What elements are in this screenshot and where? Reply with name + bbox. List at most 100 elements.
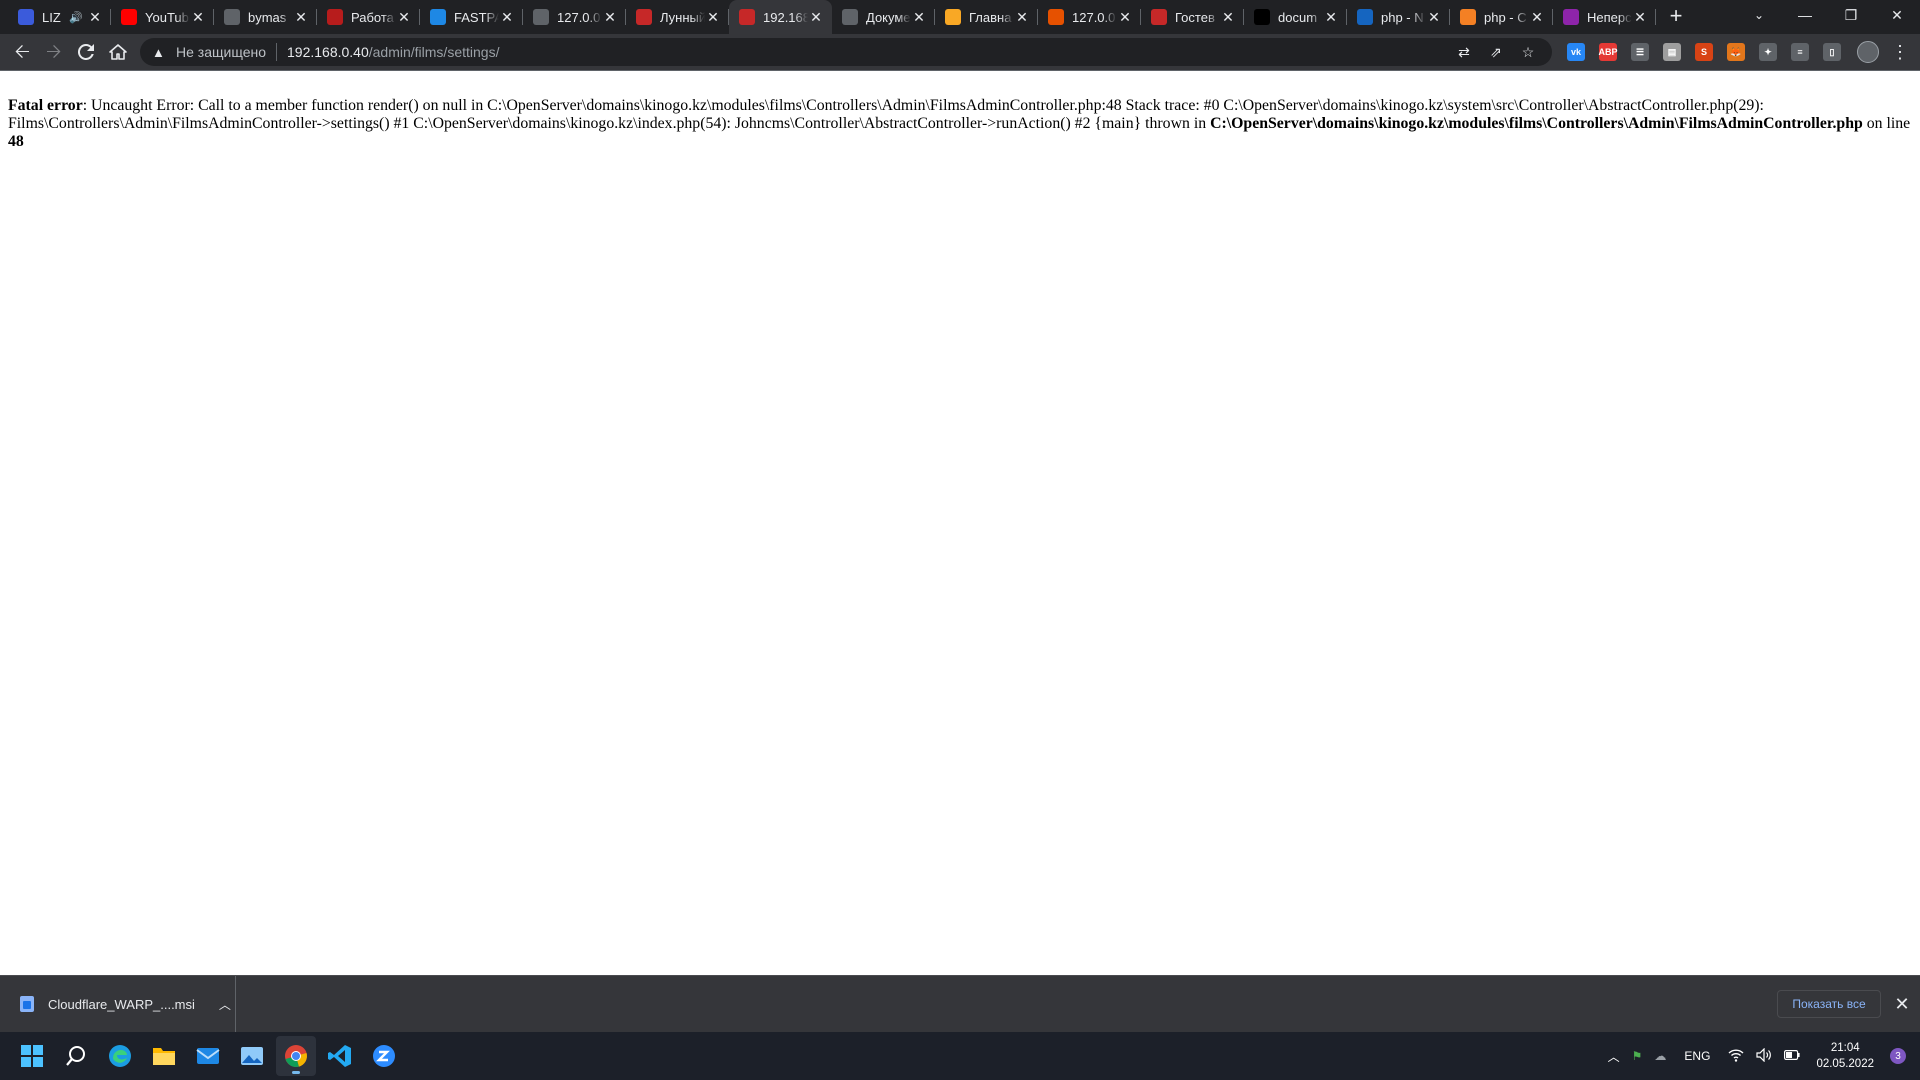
tab-5[interactable]: 127.0.0 ✕ [523,0,626,34]
tab-13[interactable]: php - N ✕ [1347,0,1450,34]
close-tab-icon[interactable]: ✕ [190,9,206,26]
close-tab-icon[interactable]: ✕ [1117,9,1133,26]
windows-logo-icon [21,1045,43,1067]
url-path[interactable]: /admin/films/settings/ [369,44,500,60]
close-tab-icon[interactable]: ✕ [1426,9,1442,26]
restore-button[interactable]: ❐ [1828,0,1874,30]
tab-title: Докуме [866,9,911,25]
url-host[interactable]: 192.168.0.40 [287,44,369,60]
photos-app[interactable] [232,1036,272,1076]
clock[interactable]: 21:04 02.05.2022 [1806,1040,1884,1072]
download-item[interactable]: Cloudflare_WARP_....msi ︿ [0,976,236,1032]
close-tab-icon[interactable]: ✕ [396,9,412,26]
tab-14[interactable]: php - C ✕ [1450,0,1553,34]
mail-app[interactable] [188,1036,228,1076]
youtube-icon [121,9,137,25]
menu-kebab-icon[interactable]: ⋮ [1884,36,1916,68]
close-window-button[interactable]: ✕ [1874,0,1920,30]
list-extension-icon[interactable]: ☰ [1624,36,1656,68]
fingerprint-icon [224,9,240,25]
close-tab-icon[interactable]: ✕ [293,9,309,26]
stackoverflow-icon [1460,9,1476,25]
notification-badge[interactable]: 3 [1890,1048,1906,1064]
close-tab-icon[interactable]: ✕ [87,9,103,26]
address-bar[interactable]: ▲ Не защищено 192.168.0.40/admin/films/s… [140,38,1552,66]
reading-list-icon[interactable]: ≡ [1784,36,1816,68]
tab-0[interactable]: LIZ 🔊 ✕ [8,0,111,34]
close-tab-icon[interactable]: ✕ [499,9,515,26]
tab-2[interactable]: bymas ✕ [214,0,317,34]
flag-tray-icon[interactable]: ⚑ [1626,1049,1649,1063]
tab-6[interactable]: Лунный ✕ [626,0,729,34]
language-indicator[interactable]: ENG [1672,1049,1722,1063]
close-tab-icon[interactable]: ✕ [1323,9,1339,26]
puzzle-extensions-icon[interactable]: ✦ [1752,36,1784,68]
audio-playing-icon[interactable]: 🔊 [69,11,83,24]
tab-10[interactable]: 127.0.0 ✕ [1038,0,1141,34]
extension-badge: ☰ [1631,43,1649,61]
tab-7[interactable]: 192.168 ✕ [729,0,832,34]
close-tab-icon[interactable]: ✕ [1220,9,1236,26]
coin-icon [945,9,961,25]
tab-4[interactable]: FASTPA ✕ [420,0,523,34]
edge-app[interactable] [100,1036,140,1076]
profile-avatar[interactable] [1852,36,1884,68]
close-tab-icon[interactable]: ✕ [1632,9,1648,26]
back-button[interactable] [6,36,38,68]
security-status-label[interactable]: Не защищено [176,44,266,60]
tab-title: 127.0.0 [557,9,601,25]
bookmark-star-icon[interactable]: ☆ [1512,44,1544,61]
home-button[interactable] [102,36,134,68]
tab-3[interactable]: Работа ✕ [317,0,420,34]
warning-triangle-icon[interactable]: ▲ [152,45,168,60]
on-line-text: on line [1862,115,1911,132]
s-extension-icon[interactable]: S [1688,36,1720,68]
translate-icon[interactable]: ⇄ [1448,44,1480,61]
close-shelf-icon[interactable]: ✕ [1890,990,1914,1018]
tab-search-button[interactable]: ⌄ [1744,0,1774,30]
side-panel-icon[interactable]: ▯ [1816,36,1848,68]
reload-button[interactable] [70,36,102,68]
battery-icon[interactable] [1778,1049,1806,1064]
avatar [1857,41,1879,63]
close-tab-icon[interactable]: ✕ [1529,9,1545,26]
wifi-icon[interactable] [1722,1048,1750,1065]
close-tab-icon[interactable]: ✕ [602,9,618,26]
forward-button[interactable] [38,36,70,68]
show-all-downloads-button[interactable]: Показать все [1777,990,1881,1018]
extension-badge: ▯ [1823,43,1841,61]
chrome-app[interactable] [276,1036,316,1076]
tab-title: php - C [1484,9,1527,25]
tab-12[interactable]: docum ✕ [1244,0,1347,34]
tab-title: docum [1278,9,1318,25]
start-button[interactable] [12,1036,52,1076]
tab-9[interactable]: Главна ✕ [935,0,1038,34]
close-tab-icon[interactable]: ✕ [1014,9,1030,26]
tab-11[interactable]: Гостев ✕ [1141,0,1244,34]
chevron-up-icon[interactable]: ︿ [219,996,231,1013]
search-button[interactable] [56,1036,96,1076]
cloud-tray-icon[interactable]: ☁ [1648,1049,1672,1063]
close-tab-icon[interactable]: ✕ [808,9,824,26]
tab-8[interactable]: Докуме ✕ [832,0,935,34]
metamask-icon[interactable]: 🦊 [1720,36,1752,68]
tab-title: 192.168 [763,9,808,25]
vk-extension-icon[interactable]: vk [1560,36,1592,68]
minimize-button[interactable]: — [1782,0,1828,30]
volume-icon[interactable] [1750,1047,1778,1065]
tray-overflow-chevron-icon[interactable]: ︿ [1602,1048,1626,1065]
youtube-music-icon [18,9,34,25]
file-explorer-app[interactable] [144,1036,184,1076]
vscode-app[interactable] [320,1036,360,1076]
new-tab-button[interactable]: + [1662,3,1690,31]
tab-15[interactable]: Неперс ✕ [1553,0,1656,34]
close-tab-icon[interactable]: ✕ [705,9,721,26]
adblock-plus-icon[interactable]: ABP [1592,36,1624,68]
site-icon [636,9,652,25]
zoom-app[interactable] [364,1036,404,1076]
tab-1[interactable]: YouTube✕ [111,0,214,34]
share-icon[interactable]: ⇗ [1480,44,1512,61]
system-tray: ︿ ⚑ ☁ ENG 21:04 02.05.2022 3 [1602,1032,1920,1080]
note-extension-icon[interactable]: ▤ [1656,36,1688,68]
close-tab-icon[interactable]: ✕ [911,9,927,26]
